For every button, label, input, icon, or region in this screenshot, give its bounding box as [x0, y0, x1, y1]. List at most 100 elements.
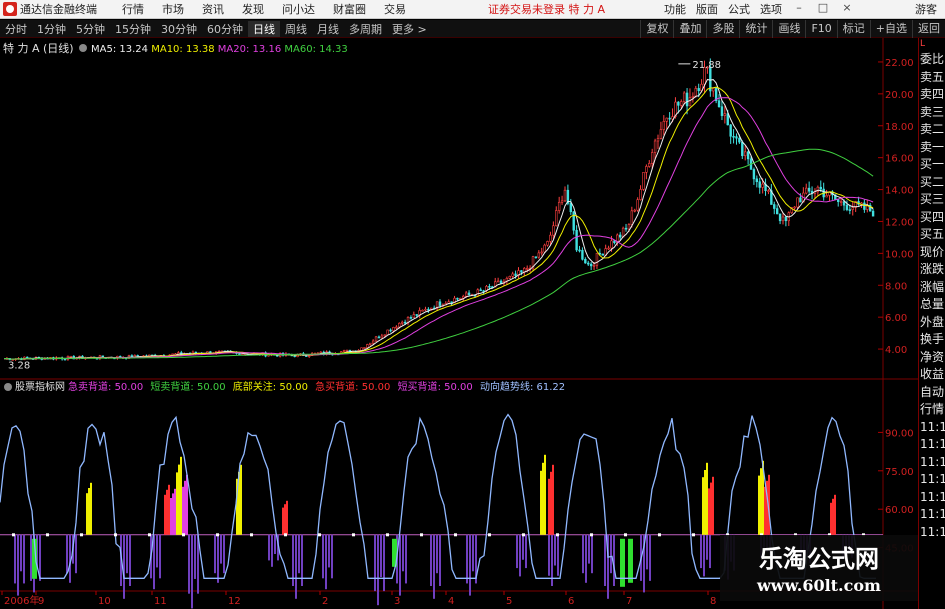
candle-body: [656, 138, 660, 142]
quote-panel-item[interactable]: 换手: [919, 331, 945, 349]
quote-panel-item[interactable]: 收益: [919, 366, 945, 384]
sell-bar: [582, 534, 584, 574]
menu-shichang[interactable]: 市场: [153, 1, 193, 17]
menu-xuanxiang[interactable]: 选项: [760, 1, 782, 17]
svg-text:急卖背道: 50.00 短卖背道: 50.00: 急卖背道: 50.00 短卖背道: 50.00 底部关注: 50.00 急买背道…: [68, 380, 565, 393]
quote-panel-item[interactable]: 外盘: [919, 314, 945, 332]
indicator-settings-icon[interactable]: [4, 383, 12, 391]
period-5min[interactable]: 5分钟: [71, 21, 110, 37]
menu-caifuquan[interactable]: 财富圈: [324, 1, 375, 17]
buy-signal-bar: [184, 480, 186, 535]
guest-login-link[interactable]: 游客: [915, 1, 937, 17]
quote-panel-item[interactable]: 卖四: [919, 86, 945, 104]
sell-bar: [466, 534, 468, 584]
candle-body: [575, 229, 578, 251]
sell-bar: [519, 534, 521, 577]
fuquan-button[interactable]: 复权: [640, 20, 673, 38]
menu-banmian[interactable]: 版面: [696, 1, 718, 17]
sell-bar: [126, 534, 128, 574]
panel-indicator-l[interactable]: L: [919, 38, 945, 51]
sell-bar: [220, 534, 222, 564]
candle-body: [607, 247, 610, 250]
quote-panel-item[interactable]: 自动: [919, 384, 945, 402]
sell-bar: [706, 534, 708, 560]
candle-body: [415, 314, 418, 316]
f10-button[interactable]: F10: [805, 20, 836, 38]
period-monthly[interactable]: 月线: [312, 21, 344, 37]
period-60min[interactable]: 60分钟: [202, 21, 248, 37]
menu-faxian[interactable]: 发现: [233, 1, 273, 17]
sell-bar: [328, 534, 330, 568]
candle-body: [741, 141, 744, 157]
period-fenshi[interactable]: 分时: [0, 21, 32, 37]
candle-body: [380, 335, 384, 339]
quote-panel-item[interactable]: 总量: [919, 296, 945, 314]
candle-body: [807, 187, 811, 192]
add-watchlist-button[interactable]: +自选: [869, 20, 912, 38]
sell-bar: [703, 534, 705, 577]
candle-body: [639, 189, 642, 200]
midline-dot: [454, 533, 457, 537]
quote-panel-item[interactable]: 涨幅: [919, 279, 945, 297]
quote-panel-item[interactable]: 卖五: [919, 69, 945, 87]
period-multi[interactable]: 多周期: [344, 21, 387, 37]
trade-status-text: 证券交易未登录 特 力 A: [488, 3, 606, 16]
sell-bar: [123, 534, 125, 599]
overlay-button[interactable]: 叠加: [673, 20, 706, 38]
menu-gongneng[interactable]: 功能: [664, 1, 686, 17]
price-tick-label: 4.00: [885, 345, 907, 356]
period-30min[interactable]: 30分钟: [156, 21, 202, 37]
stock-chart[interactable]: 特 力 A (日线) MA5: 13.24 MA10: 13.38 MA20: …: [0, 38, 918, 609]
draw-line-button[interactable]: 画线: [772, 20, 805, 38]
quote-panel-item[interactable]: 卖三: [919, 104, 945, 122]
candle-body: [488, 286, 491, 288]
buy-signal-bar: [166, 489, 168, 535]
sell-bar: [604, 534, 606, 586]
menu-gongshi[interactable]: 公式: [728, 1, 750, 17]
quote-panel-item[interactable]: 11:1: [919, 471, 945, 489]
maximize-icon[interactable]: □: [816, 1, 830, 17]
quote-panel-item[interactable]: 买一: [919, 156, 945, 174]
quote-panel-item[interactable]: 行情: [919, 401, 945, 419]
time-tick-label: 3: [394, 596, 400, 607]
quote-panel-item[interactable]: 11:1: [919, 506, 945, 524]
menu-jiaoyi[interactable]: 交易: [375, 1, 415, 17]
multi-stock-button[interactable]: 多股: [706, 20, 739, 38]
quote-panel-item[interactable]: 净资: [919, 349, 945, 367]
quote-panel-item[interactable]: 11:1: [919, 454, 945, 472]
quote-panel-item[interactable]: 现价: [919, 244, 945, 262]
quote-panel-item[interactable]: 卖二: [919, 121, 945, 139]
minimize-icon[interactable]: –: [792, 1, 806, 17]
quote-panel-item[interactable]: 买五: [919, 226, 945, 244]
period-1min[interactable]: 1分钟: [32, 21, 71, 37]
quote-panel-item[interactable]: 卖一: [919, 139, 945, 157]
quote-panel-item[interactable]: 11:1: [919, 524, 945, 542]
quote-panel-item[interactable]: 委比: [919, 51, 945, 69]
period-more[interactable]: 更多 >: [387, 21, 432, 37]
quote-panel-item[interactable]: 11:1: [919, 436, 945, 454]
quote-panel-item[interactable]: 买四: [919, 209, 945, 227]
quote-panel-item[interactable]: 涨跌: [919, 261, 945, 279]
menu-zixun[interactable]: 资讯: [193, 1, 233, 17]
quote-panel-item[interactable]: 买二: [919, 174, 945, 192]
candle-body: [845, 204, 849, 210]
quote-panel-item[interactable]: 买三: [919, 191, 945, 209]
menu-hangqing[interactable]: 行情: [113, 1, 153, 17]
menu-wenxiaoda[interactable]: 问小达: [273, 1, 324, 17]
period-15min[interactable]: 15分钟: [110, 21, 156, 37]
candle-body: [557, 201, 561, 211]
close-icon[interactable]: ×: [840, 1, 854, 17]
stats-button[interactable]: 统计: [739, 20, 772, 38]
candle-body: [427, 308, 430, 311]
back-button[interactable]: 返回: [912, 20, 945, 38]
indicator-name: 股票指标网: [15, 380, 65, 393]
quote-panel-item[interactable]: 11:1: [919, 419, 945, 437]
mark-button[interactable]: 标记: [836, 20, 870, 38]
sell-bar: [66, 534, 68, 574]
period-weekly[interactable]: 周线: [280, 21, 312, 37]
quote-panel-item[interactable]: 11:1: [919, 489, 945, 507]
chart-settings-icon[interactable]: [79, 44, 87, 52]
period-daily[interactable]: 日线: [248, 20, 280, 37]
candle-body: [682, 92, 686, 102]
sell-bar: [433, 534, 435, 599]
